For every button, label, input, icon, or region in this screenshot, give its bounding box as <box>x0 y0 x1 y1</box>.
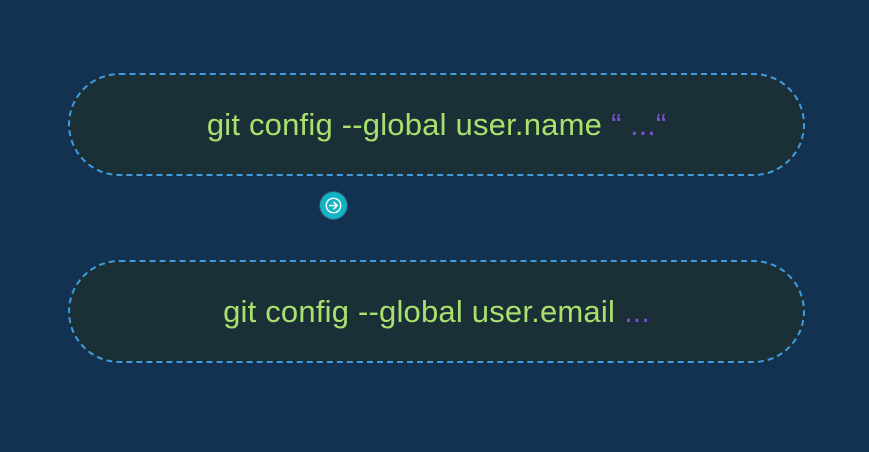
command-placeholder: ... <box>624 293 650 329</box>
command-text: git config --global user.email <box>223 293 616 329</box>
command-box-user-name: git config --global user.name “ ...“ <box>68 73 805 176</box>
command-text: git config --global user.name <box>206 106 603 142</box>
command-box-user-email: git config --global user.email ... <box>68 260 805 363</box>
command-placeholder: “ ...“ <box>611 106 667 142</box>
arrow-right-circle-icon <box>320 192 347 219</box>
